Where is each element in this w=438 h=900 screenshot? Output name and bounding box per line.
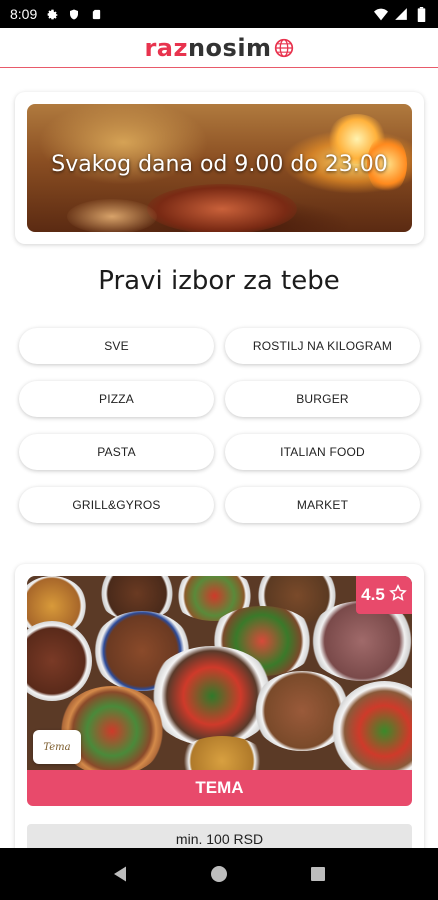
home-icon[interactable] xyxy=(207,862,231,886)
shield-icon xyxy=(67,7,81,21)
status-bar: 8:09 xyxy=(0,0,438,28)
category-grill-gyros-button[interactable]: GRILL&GYROS xyxy=(19,487,214,523)
logo-text-raz: raz xyxy=(144,33,188,62)
category-sve-button[interactable]: SVE xyxy=(19,328,214,364)
hero-banner-card[interactable]: Svakog dana od 9.00 do 23.00 xyxy=(15,92,424,244)
back-icon[interactable] xyxy=(108,862,132,886)
categories-title: Pravi izbor za tebe xyxy=(98,266,340,296)
category-rostilj-button[interactable]: ROSTILJ NA KILOGRAM xyxy=(225,328,420,364)
gear-icon xyxy=(45,7,59,21)
sd-card-icon xyxy=(89,7,103,21)
category-italian-food-button[interactable]: ITALIAN FOOD xyxy=(225,434,420,470)
hero-hours-text: Svakog dana od 9.00 do 23.00 xyxy=(51,152,388,177)
globe-icon xyxy=(274,38,294,58)
category-grid: SVE ROSTILJ NA KILOGRAM PIZZA BURGER PAS… xyxy=(19,328,420,523)
restaurant-rating-badge: 4.5 xyxy=(356,576,412,614)
signal-icon xyxy=(394,7,408,21)
category-pizza-button[interactable]: PIZZA xyxy=(19,381,214,417)
restaurant-logo-text: Tema xyxy=(43,741,71,753)
battery-icon xyxy=(414,6,428,22)
hero-pizza-oven-image: Svakog dana od 9.00 do 23.00 xyxy=(27,104,412,232)
category-burger-button[interactable]: BURGER xyxy=(225,381,420,417)
rating-value: 4.5 xyxy=(361,585,385,604)
category-market-button[interactable]: MARKET xyxy=(225,487,420,523)
recents-icon[interactable] xyxy=(306,862,330,886)
restaurant-food-image: 4.5 Tema xyxy=(27,576,412,770)
system-nav-bar xyxy=(0,848,438,900)
logo-text-nosim: nosim xyxy=(187,33,272,62)
star-outline-icon xyxy=(389,583,407,607)
restaurant-name: TEMA xyxy=(27,770,412,806)
app-logo[interactable]: raz nosim xyxy=(144,34,293,62)
restaurant-card[interactable]: 4.5 Tema TEMA min. 100 RSD xyxy=(15,564,424,864)
app-header: raz nosim xyxy=(0,28,438,68)
restaurant-logo: Tema xyxy=(33,730,81,764)
wifi-icon xyxy=(374,7,388,21)
status-time: 8:09 xyxy=(10,6,38,22)
category-pasta-button[interactable]: PASTA xyxy=(19,434,214,470)
